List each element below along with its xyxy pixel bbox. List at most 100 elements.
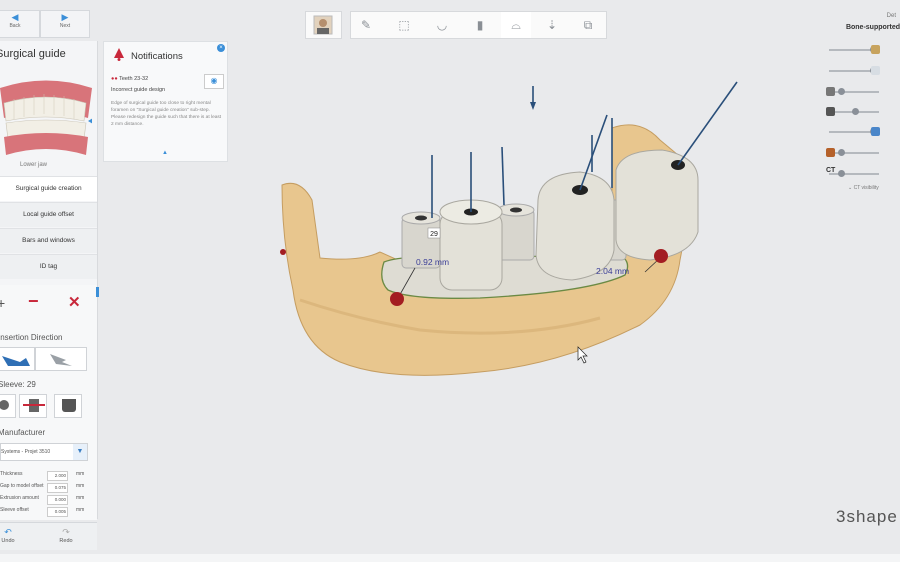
header-title: Bone-supported xyxy=(845,24,900,31)
implant-icon xyxy=(826,87,835,96)
redo-label: Redo xyxy=(59,538,73,544)
step-export-icon[interactable]: ⇣ xyxy=(537,12,567,38)
chevron-down-icon: ⌄ xyxy=(848,185,853,191)
notification-heading: Incorrect guide design xyxy=(111,87,166,93)
param-label: Gap to model offset xyxy=(0,483,44,489)
redo-button[interactable]: ↷ Redo xyxy=(46,527,86,544)
jaw-caption: Lower jaw xyxy=(20,162,48,168)
teeth-label: Teeth 23-32 xyxy=(119,76,149,82)
jaw-lower-icon xyxy=(871,66,880,75)
param-gap-offset: Gap to model offset 0.075 mm xyxy=(0,483,90,493)
header-subtitle: Det xyxy=(886,13,896,19)
param-unit: mm xyxy=(76,471,85,477)
remove-icon[interactable]: − xyxy=(28,291,39,312)
insertion-direction-label: Insertion Direction xyxy=(0,333,63,342)
delete-icon[interactable]: ✕ xyxy=(68,293,81,311)
ct-visibility-toggle[interactable]: ⌄ CT visibility xyxy=(848,185,879,191)
slider-knob[interactable] xyxy=(838,88,846,95)
ct-visibility-label: CT visibility xyxy=(853,185,879,191)
undo-label: Undo xyxy=(1,538,15,544)
next-button[interactable]: ▶ Next xyxy=(40,10,90,38)
param-label: Extrusion amount xyxy=(0,495,39,501)
tooth-arrow-icon xyxy=(2,356,30,366)
tooth-pointer-icon xyxy=(50,354,72,366)
step-local-guide-offset[interactable]: Local guide offset xyxy=(0,202,97,227)
param-sleeve-offset: Sleeve offset 0.005 mm xyxy=(0,507,90,517)
model-viewport[interactable]: 29 0.92 mm 2.04 mm xyxy=(270,75,745,395)
visibility-slider-ct[interactable] xyxy=(829,170,879,177)
param-extrusion: Extrusion amount 0.000 mm xyxy=(0,495,90,505)
param-label: Sleeve offset xyxy=(0,507,29,513)
step-label: ID tag xyxy=(39,263,58,270)
visibility-slider-implant[interactable] xyxy=(829,88,879,95)
step-surgical-guide-icon[interactable]: ⌓ xyxy=(501,12,531,38)
step-label: Bars and windows xyxy=(22,237,75,244)
step-label: Surgical guide creation xyxy=(15,185,82,192)
undo-button[interactable]: ↶ Undo xyxy=(0,527,28,544)
undo-icon: ↶ xyxy=(4,527,12,537)
manufacturer-value: Systems - Projet 3510 xyxy=(1,449,51,455)
sleeve-offset-icon xyxy=(23,404,45,406)
sleeve-type-1-button[interactable] xyxy=(0,394,16,418)
step-implant-icon[interactable]: ▮ xyxy=(465,12,495,38)
close-icon[interactable]: × xyxy=(217,44,225,52)
back-label: Back xyxy=(9,23,21,29)
step-label: Local guide offset xyxy=(23,211,74,218)
panel-title: Surgical guide xyxy=(0,48,66,60)
step-surgical-guide-creation[interactable]: Surgical guide creation xyxy=(0,176,97,201)
step-jaw-icon[interactable]: ◡ xyxy=(427,12,457,38)
param-thickness: Thickness 2.000 mm xyxy=(0,471,90,481)
notifications-title: Notifications xyxy=(131,51,183,62)
step-scan-icon[interactable]: ⬚ xyxy=(389,12,419,38)
sleeve-number-tag: 29 xyxy=(430,231,438,238)
add-icon[interactable]: + xyxy=(0,295,5,311)
jaw-model-thumbnail[interactable] xyxy=(0,73,92,159)
param-input[interactable]: 0.075 xyxy=(47,483,68,493)
notifications-panel: Notifications × ●● Teeth 23-32 Incorrect… xyxy=(103,41,228,162)
bell-warning-icon xyxy=(114,48,124,61)
sleeve-wide-icon xyxy=(62,399,76,412)
chevron-down-icon: ▼ xyxy=(73,444,87,460)
param-unit: mm xyxy=(76,507,85,513)
patient-toolbar xyxy=(305,11,342,39)
undo-redo-bar: ↶ Undo ↷ Redo xyxy=(0,522,97,550)
arrow-left-icon: ◀ xyxy=(11,12,19,22)
param-label: Thickness xyxy=(0,471,23,477)
eye-icon[interactable]: ◉ xyxy=(204,74,224,89)
back-button[interactable]: ◀ Back xyxy=(0,10,40,38)
param-input[interactable]: 2.000 xyxy=(47,471,68,481)
sleeve-label: Sleeve: 29 xyxy=(0,380,36,389)
param-unit: mm xyxy=(76,483,85,489)
param-input[interactable]: 0.000 xyxy=(47,495,68,505)
sleeve-type-2-button[interactable] xyxy=(19,394,47,418)
distance-measurement-left: 0.92 mm xyxy=(416,257,449,267)
workflow-toolbar: ✎ ⬚ ◡ ▮ ⌓ ⇣ ⧉ xyxy=(350,11,607,39)
slider-knob[interactable] xyxy=(852,108,859,115)
patient-avatar-icon[interactable] xyxy=(308,12,338,38)
step-prepare-icon[interactable]: ✎ xyxy=(351,12,381,38)
insertion-direction-view-button[interactable] xyxy=(0,347,35,371)
visibility-slider-bone[interactable] xyxy=(829,149,879,156)
insertion-direction-set-button[interactable] xyxy=(35,347,87,371)
app-window: ◀ Back ▶ Next Surgical guide Lower jaw S… xyxy=(0,0,900,562)
param-input[interactable]: 0.005 xyxy=(47,507,68,517)
param-unit: mm xyxy=(76,495,85,501)
notification-teeth: ●● Teeth 23-32 xyxy=(111,76,148,82)
manufacturer-select[interactable]: Systems - Projet 3510 ▼ xyxy=(0,443,88,461)
sleeve-type-3-button[interactable] xyxy=(54,394,82,418)
bone-icon xyxy=(826,148,835,157)
slider-knob[interactable] xyxy=(838,149,846,156)
visibility-slider-sleeve[interactable] xyxy=(829,108,879,115)
brand-logo: 3shape xyxy=(836,507,898,526)
step-id-tag[interactable]: ID tag xyxy=(0,254,97,279)
ct-label: CT xyxy=(826,167,836,174)
sleeve-icon xyxy=(826,107,835,116)
step-finish-icon[interactable]: ⧉ xyxy=(573,12,603,38)
notification-body: Edge of surgical guide too close to righ… xyxy=(111,101,222,127)
slider-knob[interactable] xyxy=(838,170,846,177)
manufacturer-label: Manufacturer xyxy=(0,428,46,437)
chevron-up-icon[interactable]: ▲ xyxy=(162,150,168,156)
scroll-indicator[interactable] xyxy=(96,287,99,297)
guide-icon xyxy=(871,127,880,136)
step-bars-and-windows[interactable]: Bars and windows xyxy=(0,228,97,253)
